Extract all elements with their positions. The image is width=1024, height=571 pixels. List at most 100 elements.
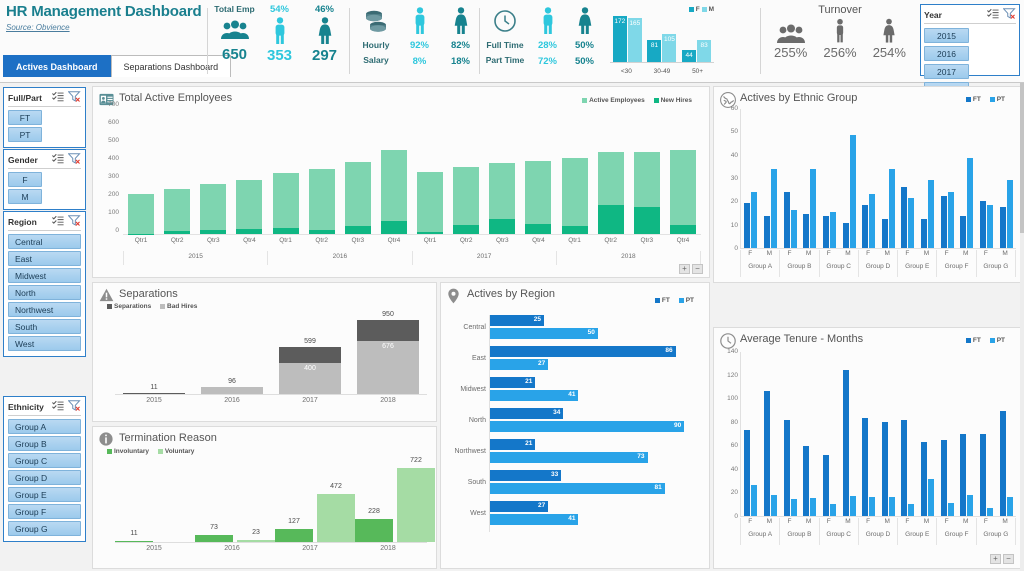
ethnic-yaxis: 6050403020100 [716, 109, 738, 249]
y-tick: 500 [108, 137, 119, 144]
stacked-bar [525, 161, 551, 234]
slicer-option-group-g[interactable]: Group G [8, 521, 81, 536]
slicer-option-group-c[interactable]: Group C [8, 453, 81, 468]
multi-select-icon[interactable] [52, 153, 64, 166]
zoom-out-button[interactable]: − [692, 264, 703, 274]
termination-bar-value: 228 [355, 508, 393, 515]
source-link[interactable]: Source: Obvience [6, 23, 206, 32]
legend-new-hires: New Hires [661, 97, 692, 104]
x-tick: Qtr4 [376, 237, 412, 251]
slicer-option-group-e[interactable]: Group E [8, 487, 81, 502]
x-tick: Qtr3 [195, 237, 231, 251]
bar-pair [784, 192, 797, 248]
multi-select-icon[interactable] [52, 215, 64, 228]
multi-select-icon[interactable] [987, 8, 999, 21]
region-bar-pt: 73 [490, 452, 648, 463]
segment-new-hires [670, 225, 696, 234]
kpi-hourly-male: 92% [399, 40, 440, 51]
bar-pt-m [928, 479, 934, 516]
panel-total-active-employees: Total Active Employees Active Employees … [92, 86, 710, 278]
termination-bar-value: 722 [397, 457, 435, 464]
y-tick: 120 [727, 372, 738, 379]
slicer-option-midwest[interactable]: Midwest [8, 268, 81, 283]
y-tick: 100 [108, 209, 119, 216]
slicer-option-central[interactable]: Central [8, 234, 81, 249]
bar-pair [823, 455, 836, 516]
subcategory-tick-group: FM [936, 518, 975, 531]
slicer-option-group-b[interactable]: Group B [8, 436, 81, 451]
y-tick: 0 [734, 245, 738, 252]
slicer-gender: GenderFM [3, 149, 86, 210]
bar-ft-m [921, 442, 927, 516]
slicer-ethnicity: EthnicityGroup AGroup BGroup CGroup DGro… [3, 396, 86, 542]
year-option-2016[interactable]: 2016 [924, 46, 969, 61]
group-label: Group E [897, 263, 936, 277]
bar-column [593, 109, 629, 234]
slicer-option-west[interactable]: West [8, 336, 81, 351]
subcategory-tick-group: FM [858, 250, 897, 263]
segment-bad-hires [201, 387, 263, 394]
region-bar-ft: 34 [490, 408, 563, 419]
clear-filter-icon[interactable] [68, 215, 81, 228]
region-rows: Central2550East8627Midwest2141North3490N… [489, 315, 699, 532]
group-label: Group D [858, 263, 897, 277]
age-group-chart[interactable]: F M 172165811054483 <3030-4950+ [604, 6, 716, 76]
x-tick: 2017 [271, 397, 349, 404]
scrollbar-thumb[interactable] [1020, 83, 1024, 233]
zoom-in-button[interactable]: + [990, 554, 1001, 564]
slicer-option-south[interactable]: South [8, 319, 81, 334]
tab-actives-dashboard[interactable]: Actives Dashboard [3, 55, 111, 77]
zoom-out-button[interactable]: − [1003, 554, 1014, 564]
age-bar-value: 105 [662, 36, 676, 43]
header-divider-3 [479, 8, 480, 74]
slicer-option-east[interactable]: East [8, 251, 81, 266]
clear-filter-icon[interactable] [68, 400, 81, 413]
bar-pt-f [869, 194, 875, 248]
group-label: Group F [936, 531, 975, 545]
region-label: North [444, 417, 486, 424]
age-legend-f: F [696, 6, 700, 13]
year-option-2015[interactable]: 2015 [924, 28, 969, 43]
bar-pair [823, 212, 836, 248]
zoom-in-button[interactable]: + [679, 264, 690, 274]
slicer-option-ft[interactable]: FT [8, 110, 42, 125]
slicer-option-northwest[interactable]: Northwest [8, 302, 81, 317]
bar-ft-f [980, 201, 986, 248]
vertical-scrollbar[interactable] [1020, 83, 1024, 571]
region-bar-ft: 27 [490, 501, 548, 512]
female-figure-icon [873, 18, 906, 44]
subcategory-tick: F [905, 518, 909, 531]
stacked-bar [164, 189, 190, 234]
termination-group: 7323 [195, 463, 275, 542]
year-option-2017[interactable]: 2017 [924, 64, 969, 79]
kpi-hourly-female: 82% [440, 40, 481, 51]
clear-filter-icon[interactable] [1003, 8, 1016, 21]
slicer-option-group-a[interactable]: Group A [8, 419, 81, 434]
subcategory-tick: M [963, 250, 968, 263]
clear-filter-icon[interactable] [68, 91, 81, 104]
clear-filter-icon[interactable] [68, 153, 81, 166]
subcategory-tick-group: FM [819, 250, 858, 263]
multi-select-icon[interactable] [52, 91, 64, 104]
slicer-option-group-f[interactable]: Group F [8, 504, 81, 519]
panel-title: Separations [119, 288, 178, 300]
slicer-option-group-d[interactable]: Group D [8, 470, 81, 485]
slicer-option-north[interactable]: North [8, 285, 81, 300]
region-row: Northwest2173 [489, 439, 699, 470]
chart-group [741, 109, 780, 248]
segment-active-employees [164, 189, 190, 230]
slicer-option-pt[interactable]: PT [8, 127, 42, 142]
slicer-full-part: Full/PartFTPT [3, 87, 86, 148]
slicer-option-m[interactable]: M [8, 189, 42, 204]
kpi-total-emp-label: Total Emp [212, 4, 257, 14]
x-tick: 2016 [193, 545, 271, 552]
active-chart-zoom-controls: + − [679, 264, 703, 274]
group-label: Group A [740, 263, 779, 277]
legend-tenure-pt: PT [997, 337, 1005, 344]
multi-select-icon[interactable] [52, 400, 64, 413]
female-figure-icon [440, 4, 481, 38]
slicer-option-f[interactable]: F [8, 172, 42, 187]
age-chart-xaxis: <3030-4950+ [610, 68, 714, 75]
bar-ft-m [1000, 207, 1006, 248]
bar-pair [941, 440, 954, 516]
